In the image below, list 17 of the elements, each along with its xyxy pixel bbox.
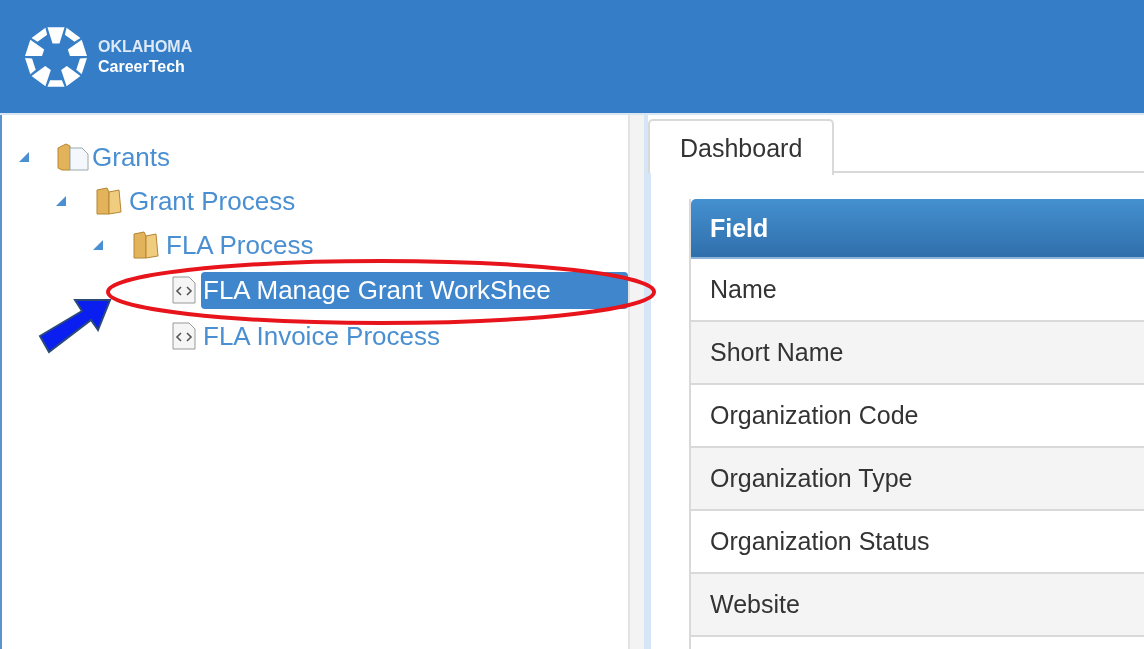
- collapse-triangle-icon[interactable]: [55, 195, 67, 207]
- table-cell: Website: [691, 574, 1144, 637]
- table-cell: Short Name: [691, 322, 1144, 385]
- column-header: Field: [691, 199, 1144, 259]
- tree-item[interactable]: Grants: [90, 138, 628, 176]
- tree-item[interactable]: FLA Process: [164, 226, 628, 264]
- tab[interactable]: Dashboard: [648, 119, 835, 175]
- table-cell: Organization Type: [691, 448, 1144, 511]
- tree-item[interactable]: FLA Manage Grant WorkShee: [201, 271, 628, 309]
- folder-document-icon: [56, 142, 90, 172]
- collapse-triangle-icon[interactable]: [18, 151, 30, 163]
- logo-text: CareerTech: [98, 56, 186, 77]
- collapse-triangle-icon[interactable]: [92, 239, 104, 251]
- logo-text: OKLAHOMA: [98, 36, 193, 57]
- tree-item[interactable]: Grant Process: [127, 182, 628, 220]
- tree-item[interactable]: FLA Invoice Process: [201, 317, 628, 355]
- star-logo-icon: [24, 24, 88, 89]
